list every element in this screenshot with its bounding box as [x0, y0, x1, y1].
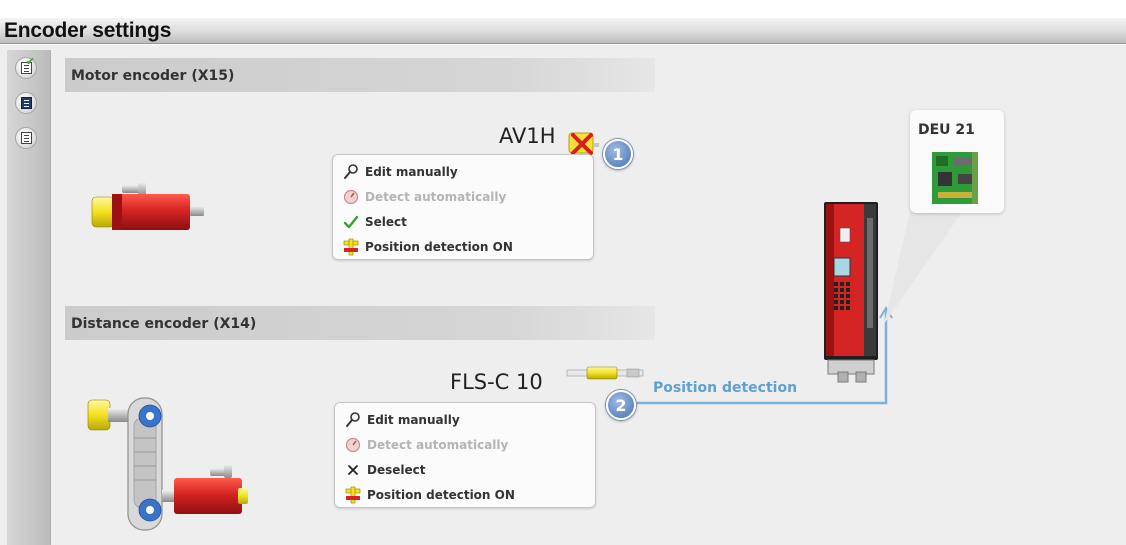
distance-edit-manually-label: Edit manually	[367, 412, 460, 427]
distance-position-detection[interactable]: Position detection ON	[335, 482, 595, 507]
window-titlebar: Encoder settings	[0, 18, 1126, 44]
distance-drive-illustration	[87, 397, 248, 531]
wrench-icon	[341, 163, 361, 181]
step-badge-1: 1	[603, 139, 633, 169]
motor-encoder-title: Motor encoder (X15)	[71, 68, 235, 84]
distance-encoder-name: FLS-C 10	[450, 370, 543, 394]
motor-position-detection-label: Position detection ON	[365, 239, 513, 254]
distance-deselect[interactable]: Deselect	[335, 457, 595, 482]
motor-detect-automatically[interactable]: Detect automatically	[333, 184, 593, 209]
gauge-icon	[343, 436, 363, 454]
deu-card[interactable]: DEU 21	[910, 110, 1004, 213]
distance-detect-automatically[interactable]: Detect automatically	[335, 432, 595, 457]
sidebar-button-3[interactable]	[15, 127, 37, 149]
page-dark-icon	[20, 97, 32, 109]
motor-position-detection[interactable]: Position detection ON	[333, 234, 593, 259]
position-detection-icon	[343, 486, 363, 504]
callout-wedge	[884, 212, 962, 324]
green-check-icon	[341, 213, 361, 231]
step-badge-2: 2	[606, 390, 636, 420]
distance-encoder-menu: Edit manually Detect automatically Desel…	[334, 402, 596, 508]
distance-encoder-title: Distance encoder (X14)	[71, 316, 257, 332]
distance-encoder-header: Distance encoder (X14)	[65, 306, 655, 340]
motor-illustration	[91, 182, 204, 230]
checkmark-icon: ✔	[25, 55, 35, 68]
distance-edit-manually[interactable]: Edit manually	[335, 407, 595, 432]
motor-detect-automatically-label: Detect automatically	[365, 189, 507, 204]
servo-drive-device[interactable]	[818, 198, 884, 384]
sidebar-button-1[interactable]: ✔	[15, 55, 37, 79]
motor-edit-manually-label: Edit manually	[365, 164, 458, 179]
distance-position-detection-label: Position detection ON	[367, 487, 515, 502]
x-mark-icon	[343, 461, 363, 479]
sidebar-button-2[interactable]	[15, 92, 37, 114]
distance-detect-automatically-label: Detect automatically	[367, 437, 509, 452]
motor-edit-manually[interactable]: Edit manually	[333, 159, 593, 184]
step-badge-1-number: 1	[612, 144, 624, 164]
left-sidebar: ✔	[7, 50, 51, 545]
position-detection-link-label: Position detection	[653, 380, 798, 396]
circuit-board-icon	[932, 152, 978, 204]
motor-select[interactable]: Select	[333, 209, 593, 234]
step-badge-2-number: 2	[615, 395, 627, 415]
wrench-icon	[343, 411, 363, 429]
motor-select-label: Select	[365, 214, 407, 229]
motor-encoder-header: Motor encoder (X15)	[65, 58, 655, 92]
motor-encoder-menu: Edit manually Detect automatically Selec…	[332, 154, 594, 260]
window-title: Encoder settings	[4, 19, 172, 42]
deu-card-label: DEU 21	[918, 122, 975, 138]
position-detection-icon	[341, 238, 361, 256]
gauge-icon	[341, 188, 361, 206]
motor-encoder-name: AV1H	[499, 124, 556, 148]
page-icon	[20, 132, 32, 144]
distance-deselect-label: Deselect	[367, 462, 426, 477]
